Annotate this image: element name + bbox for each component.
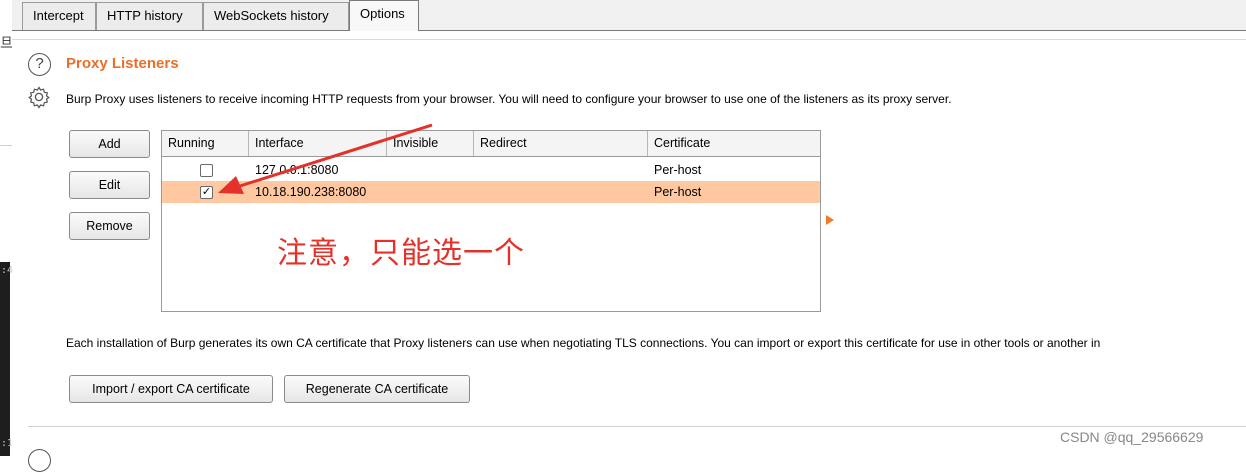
interface-cell: 127.0.0.1:8080 (255, 163, 339, 177)
ca-description: Each installation of Burp generates its … (66, 336, 1101, 350)
tab-websockets-history[interactable]: WebSockets history (203, 2, 349, 30)
column-header-redirect[interactable]: Redirect (474, 131, 648, 156)
tab-options[interactable]: Options (349, 0, 419, 31)
running-checkbox-checked[interactable]: ✓ (200, 186, 213, 199)
annotation-note: 注意，只能选一个 (277, 236, 525, 271)
certificate-cell: Per-host (654, 163, 702, 177)
watermark: CSDN @qq_29566629 (1060, 429, 1204, 445)
interface-cell: 10.18.190.238:8080 (255, 185, 367, 199)
section-description: Burp Proxy uses listeners to receive inc… (66, 92, 952, 106)
edge-dark-panel (0, 262, 10, 456)
column-header-invisible[interactable]: Invisible (387, 131, 474, 156)
column-header-running[interactable]: Running (162, 131, 249, 156)
gear-icon[interactable] (27, 85, 51, 109)
column-header-certificate[interactable]: Certificate (648, 131, 820, 156)
options-panel: ? Proxy Listeners Burp Proxy uses listen… (12, 31, 1246, 472)
question-circle-icon[interactable] (28, 449, 51, 472)
certificate-cell: Per-host (654, 185, 702, 199)
remove-button[interactable]: Remove (69, 212, 150, 240)
window-edge-strip: 旦 :4 :1 (0, 0, 13, 456)
running-checkbox[interactable] (200, 164, 213, 177)
tab-http-history[interactable]: HTTP history (96, 2, 203, 30)
column-header-interface[interactable]: Interface (249, 131, 387, 156)
section-divider (28, 426, 1246, 427)
table-header: Running Interface Invisible Redirect Cer… (162, 131, 820, 157)
add-button[interactable]: Add (69, 130, 150, 158)
listeners-table: Running Interface Invisible Redirect Cer… (161, 130, 821, 312)
question-circle-icon[interactable]: ? (28, 53, 51, 76)
regenerate-ca-button[interactable]: Regenerate CA certificate (284, 375, 470, 403)
table-row[interactable]: 127.0.0.1:8080 Per-host (162, 159, 820, 181)
top-divider (12, 39, 1246, 40)
section-title: Proxy Listeners (66, 55, 179, 72)
import-export-ca-button[interactable]: Import / export CA certificate (69, 375, 273, 403)
proxy-tab-bar: Intercept HTTP history WebSockets histor… (12, 0, 1246, 31)
edit-button[interactable]: Edit (69, 171, 150, 199)
expand-arrow-icon[interactable] (826, 215, 834, 225)
table-row-selected[interactable]: ✓ 10.18.190.238:8080 Per-host (162, 181, 820, 203)
tab-intercept[interactable]: Intercept (22, 2, 96, 30)
edge-divider (0, 145, 12, 146)
